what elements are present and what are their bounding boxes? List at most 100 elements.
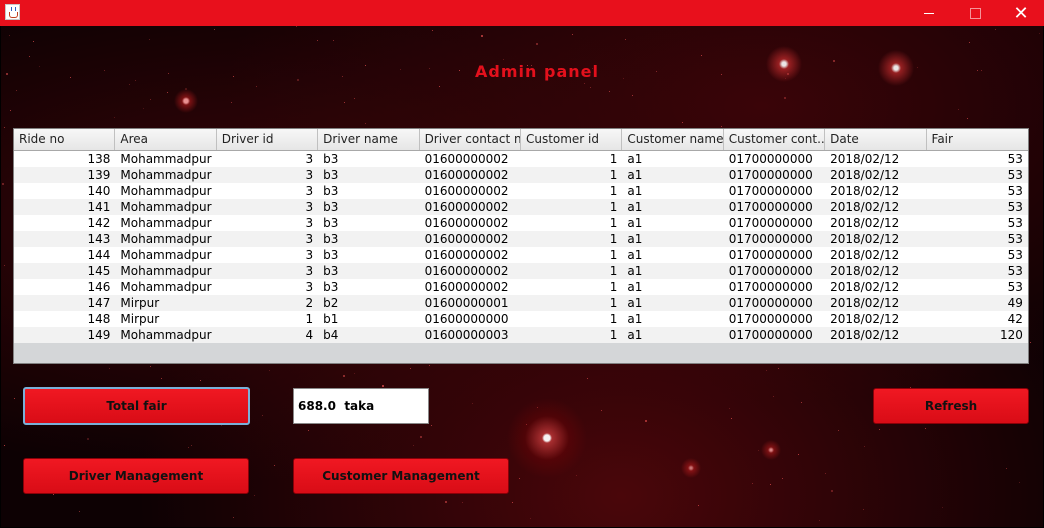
column-header[interactable]: Customer name xyxy=(622,129,724,150)
table-cell: b3 xyxy=(323,184,339,198)
table-row[interactable]: 148 Mirpur 1 b1 01600000000 1 a1 01700000000 201… xyxy=(14,311,1028,327)
table-cell: 01600000002 xyxy=(424,184,509,198)
column-header[interactable]: Driver contact no xyxy=(420,129,521,150)
table-cell: 53 xyxy=(1007,264,1023,278)
table-cell: Mirpur xyxy=(120,296,160,310)
table-cell: Mirpur xyxy=(120,312,160,326)
table-cell: 01700000000 xyxy=(728,280,813,294)
total-fair-button[interactable]: Total fair xyxy=(23,387,250,425)
table-cell: 01600000002 xyxy=(424,168,509,182)
table-cell: 01700000000 xyxy=(728,168,813,182)
column-header[interactable]: Area xyxy=(115,129,217,150)
column-header[interactable]: Fair xyxy=(927,129,1028,150)
table-cell: 2018/02/12 xyxy=(830,200,900,214)
table-cell: a1 xyxy=(627,216,643,230)
table-cell: 1 xyxy=(609,184,618,198)
table-cell: 1 xyxy=(609,200,618,214)
table-cell: 01600000002 xyxy=(424,248,509,262)
table-cell: 01700000000 xyxy=(728,216,813,230)
table-header: Ride no Area Driver id Driver name Driver co… xyxy=(14,129,1028,151)
table-cell: 138 xyxy=(87,152,111,166)
table-cell: 2 xyxy=(305,296,314,310)
table-cell: 1 xyxy=(609,232,618,246)
table-cell: 143 xyxy=(87,232,111,246)
table-cell: 53 xyxy=(1007,280,1023,294)
table-cell: a1 xyxy=(627,168,643,182)
refresh-button[interactable]: Refresh xyxy=(873,388,1029,424)
table-cell: a1 xyxy=(627,280,643,294)
table-row[interactable]: 146 Mohammadpur 3 b3 01600000002 1 a1 017000000… xyxy=(14,279,1028,295)
table-cell: 01600000001 xyxy=(424,296,509,310)
customer-management-button[interactable]: Customer Management xyxy=(293,458,509,494)
total-fair-field[interactable]: 688.0 taka xyxy=(293,388,429,424)
table-row[interactable]: 144 Mohammadpur 3 b3 01600000002 1 a1 017000000… xyxy=(14,247,1028,263)
table-row[interactable]: 141 Mohammadpur 3 b3 01600000002 1 a1 017000000… xyxy=(14,199,1028,215)
close-button[interactable]: ✕ xyxy=(998,0,1044,26)
admin-panel-content: Admin panel Ride no Area Driver id Driver n… xyxy=(1,26,1043,527)
table-cell: 2018/02/12 xyxy=(830,184,900,198)
table-cell: Mohammadpur xyxy=(120,232,212,246)
table-cell: b3 xyxy=(323,152,339,166)
table-cell: 1 xyxy=(609,168,618,182)
table-cell: Mohammadpur xyxy=(120,184,212,198)
table-cell: b3 xyxy=(323,248,339,262)
table-row[interactable]: 143 Mohammadpur 3 b3 01600000002 1 a1 017000000… xyxy=(14,231,1028,247)
table-cell: 139 xyxy=(87,168,111,182)
table-cell: 1 xyxy=(609,152,618,166)
column-header[interactable]: Driver id xyxy=(217,129,319,150)
column-header[interactable]: Ride no xyxy=(14,129,116,150)
table-cell: 120 xyxy=(1000,328,1023,342)
table-cell: b3 xyxy=(323,200,339,214)
table-cell: Mohammadpur xyxy=(120,168,212,182)
table-cell: Mohammadpur xyxy=(120,328,212,342)
minimize-button[interactable] xyxy=(906,0,952,26)
table-cell: 3 xyxy=(305,264,314,278)
table-cell: Mohammadpur xyxy=(120,200,212,214)
table-cell: a1 xyxy=(627,312,643,326)
column-header[interactable]: Date xyxy=(825,129,927,150)
table-row[interactable]: 142 Mohammadpur 3 b3 01600000002 1 a1 017000000… xyxy=(14,215,1028,231)
rides-table[interactable]: Ride no Area Driver id Driver name Driver co… xyxy=(13,128,1029,364)
table-row[interactable]: 149 Mohammadpur 4 b4 01600000003 1 a1 017000000… xyxy=(14,327,1028,343)
table-cell: b1 xyxy=(323,312,339,326)
table-row[interactable]: 147 Mirpur 2 b2 01600000001 1 a1 01700000000 201… xyxy=(14,295,1028,311)
table-cell: 3 xyxy=(305,168,314,182)
table-cell: 53 xyxy=(1007,184,1023,198)
table-cell: 3 xyxy=(305,248,314,262)
table-cell: 53 xyxy=(1007,152,1023,166)
table-cell: 3 xyxy=(305,184,314,198)
column-header[interactable]: Driver name xyxy=(318,129,420,150)
table-cell: 147 xyxy=(87,296,111,310)
window-titlebar: ✕ xyxy=(0,0,1044,26)
java-cup-icon[interactable] xyxy=(5,4,20,20)
table-cell: 140 xyxy=(87,184,111,198)
table-cell: 2018/02/12 xyxy=(830,232,900,246)
table-cell: a1 xyxy=(627,152,643,166)
table-cell: 1 xyxy=(609,264,618,278)
driver-management-button[interactable]: Driver Management xyxy=(23,458,249,494)
maximize-button[interactable] xyxy=(952,0,998,26)
table-cell: 2018/02/12 xyxy=(830,328,900,342)
table-cell: a1 xyxy=(627,184,643,198)
table-cell: 53 xyxy=(1007,248,1023,262)
table-row[interactable]: 138 Mohammadpur 3 b3 01600000002 1 a1 017000000… xyxy=(14,151,1028,167)
table-row[interactable]: 139 Mohammadpur 3 b3 01600000002 1 a1 017000000… xyxy=(14,167,1028,183)
column-header[interactable]: Customer id xyxy=(521,129,623,150)
table-cell: 1 xyxy=(305,312,314,326)
table-cell: Mohammadpur xyxy=(120,280,212,294)
table-cell: 49 xyxy=(1007,296,1023,310)
table-row[interactable]: 140 Mohammadpur 3 b3 01600000002 1 a1 017000000… xyxy=(14,183,1028,199)
table-cell: 4 xyxy=(305,328,314,342)
table-cell: 53 xyxy=(1007,232,1023,246)
table-cell: 01600000002 xyxy=(424,264,509,278)
table-cell: 1 xyxy=(609,328,618,342)
close-icon: ✕ xyxy=(1013,2,1029,24)
table-cell: b3 xyxy=(323,216,339,230)
table-cell: 2018/02/12 xyxy=(830,296,900,310)
table-cell: b3 xyxy=(323,264,339,278)
table-row[interactable]: 145 Mohammadpur 3 b3 01600000002 1 a1 017000000… xyxy=(14,263,1028,279)
column-header[interactable]: Customer cont... xyxy=(724,129,826,150)
table-cell: 149 xyxy=(87,328,111,342)
table-cell: 53 xyxy=(1007,200,1023,214)
table-cell: 2018/02/12 xyxy=(830,280,900,294)
